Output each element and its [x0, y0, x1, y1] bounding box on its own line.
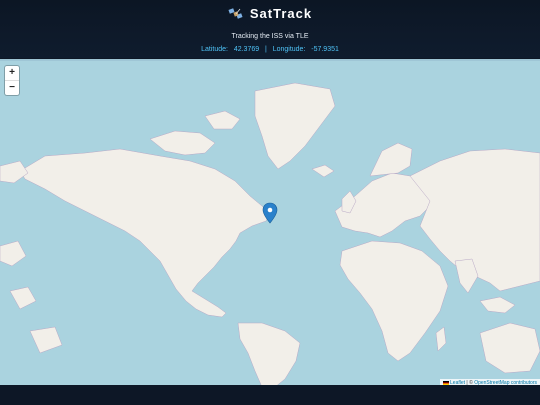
- map-tiles: [0, 82, 540, 387]
- tracking-subtitle: Tracking the ISS via TLE: [231, 33, 309, 40]
- brand: SatTrack: [0, 6, 540, 21]
- page-footer: [0, 385, 540, 405]
- app-header: SatTrack Tracking the ISS via TLE Latitu…: [0, 0, 540, 58]
- satellite-icon: [228, 7, 243, 19]
- coords-separator: |: [265, 46, 267, 53]
- australia: [479, 322, 540, 374]
- latitude-value: 42.3769: [233, 46, 260, 53]
- world-map[interactable]: + − Leaflet | © OpenStreetMap contributo…: [0, 59, 540, 387]
- iceland: [311, 164, 335, 178]
- longitude-value: -57.9351: [311, 46, 339, 53]
- zoom-control: + −: [5, 66, 19, 95]
- africa: [339, 240, 449, 362]
- coordinates-readout: Latitude: 42.3769 | Longitude: -57.9351: [0, 46, 540, 53]
- longitude-label: Longitude:: [272, 46, 306, 53]
- south-america: [237, 322, 301, 387]
- zoom-out-button[interactable]: −: [5, 81, 19, 95]
- greenland: [254, 82, 336, 170]
- latitude-label: Latitude:: [201, 46, 228, 53]
- arctic-islands: [149, 130, 216, 156]
- app-title: SatTrack: [249, 6, 313, 21]
- north-america-landmass: [19, 148, 271, 318]
- zoom-in-button[interactable]: +: [5, 66, 19, 81]
